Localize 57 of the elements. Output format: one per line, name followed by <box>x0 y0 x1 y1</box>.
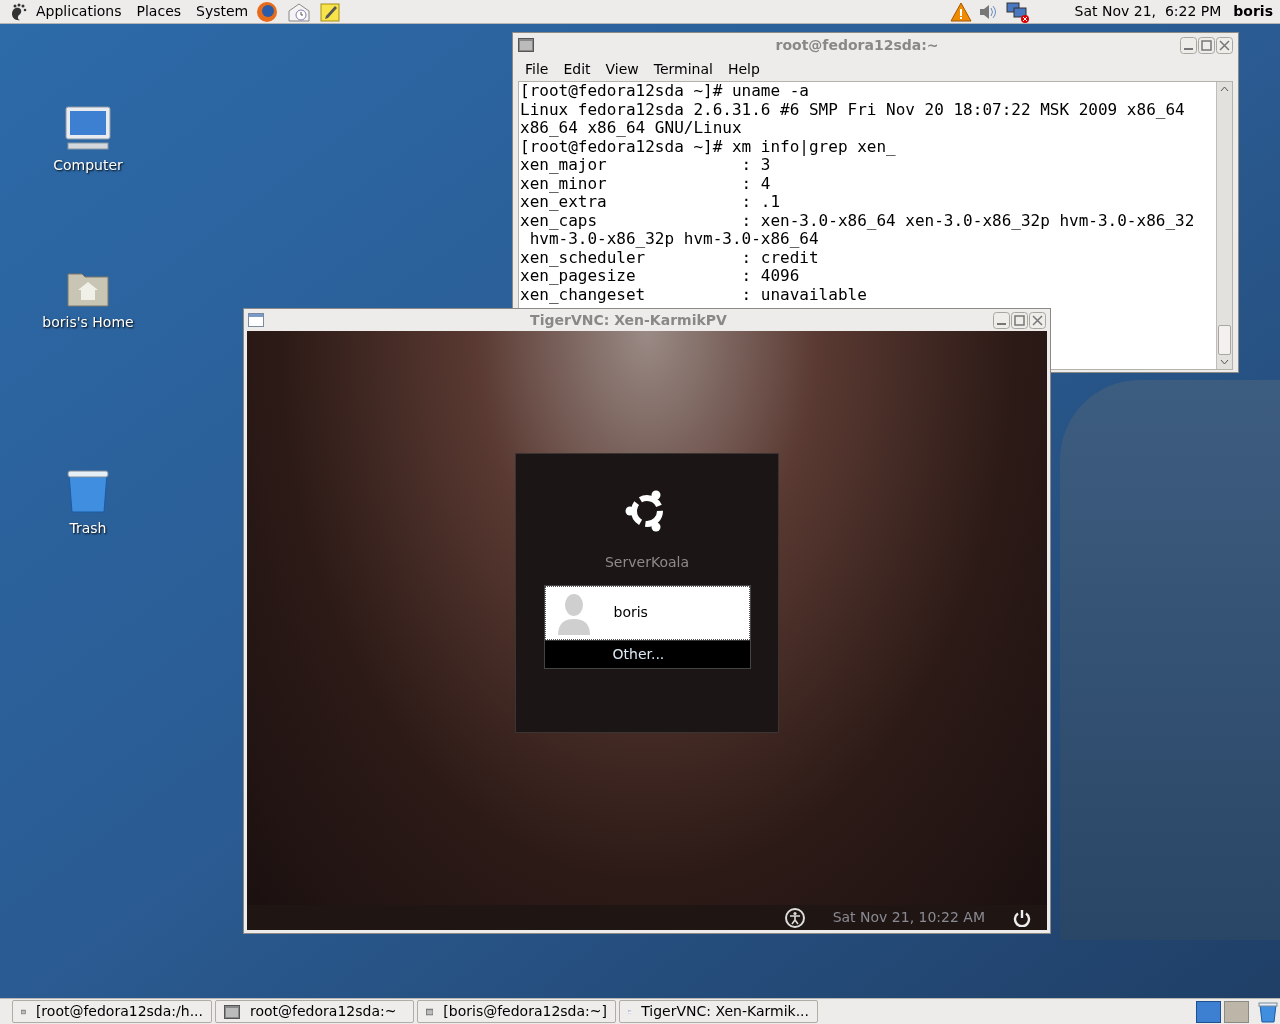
terminal-line: xen_major : 3 <box>520 156 771 175</box>
window-icon <box>248 313 264 327</box>
warning-icon[interactable] <box>949 1 972 22</box>
terminal-line: xen_minor : 4 <box>520 174 772 193</box>
window-title: TigerVNC: Xen-KarmikPV <box>529 310 728 330</box>
terminal-line: xen_pagesize : 4096 <box>520 267 801 286</box>
trash-icon[interactable] <box>66 468 110 514</box>
login-clock[interactable]: Sat Nov 21, 10:22 AM <box>832 907 985 928</box>
workspace-switcher-item[interactable] <box>1196 1000 1221 1023</box>
panel-menu[interactable]: Applications <box>36 1 122 22</box>
accessibility-icon[interactable] <box>784 907 805 928</box>
terminal-line: xen_changeset : unavailable <box>520 285 868 304</box>
user-list-item[interactable]: boris <box>544 585 750 640</box>
trash-icon[interactable] <box>1258 1000 1278 1023</box>
menu-item[interactable]: File <box>525 58 549 80</box>
workspace-switcher-item[interactable] <box>1224 1000 1249 1023</box>
terminal-line: [root@fedora12sda ~]# uname -a <box>520 82 810 101</box>
terminal-icon <box>518 38 534 52</box>
terminal-line: x86_64 x86_64 GNU/Linux <box>520 119 743 138</box>
speaker-icon[interactable] <box>977 2 998 21</box>
host-name: ServerKoala <box>605 552 689 572</box>
taskbar-button[interactable]: TigerVNC: Xen-Karmik... <box>619 1000 818 1023</box>
taskbar-button[interactable]: [root@fedora12sda:/h... <box>12 1000 212 1023</box>
menu-item[interactable]: Help <box>727 58 760 80</box>
desktop-icon-label[interactable]: Trash <box>69 518 107 539</box>
menu-item[interactable]: View <box>605 58 639 80</box>
menu-item[interactable]: Edit <box>563 58 591 80</box>
terminal-line: xen_scheduler : credit <box>520 248 820 267</box>
desktop-icon-label[interactable]: Computer <box>53 155 123 176</box>
window-title: root@fedora12sda:~ <box>774 35 940 55</box>
user-name[interactable]: boris <box>1233 1 1273 22</box>
desktop-icon-label[interactable]: boris's Home <box>42 312 134 333</box>
minimize-icon[interactable] <box>1180 36 1197 54</box>
menu-item[interactable]: Terminal <box>653 58 713 80</box>
terminal-icon <box>224 1004 240 1019</box>
terminal-line: [root@fedora12sda ~]# xm info|grep xen_ <box>520 137 897 156</box>
panel-menu[interactable]: Places <box>136 1 182 22</box>
scrollbar-thumb[interactable] <box>1218 325 1231 355</box>
computer-icon[interactable] <box>64 105 112 151</box>
terminal-line: xen_caps : xen-3.0-x86_64 xen-3.0-x86_32p hvm-3.0-x86_32 <box>520 211 1196 230</box>
panel-menu[interactable]: System <box>196 1 249 22</box>
minimize-icon[interactable] <box>993 311 1010 329</box>
power-icon[interactable] <box>1013 908 1031 927</box>
scrollbar[interactable] <box>1216 82 1232 369</box>
maximize-icon[interactable] <box>1011 311 1028 329</box>
taskbar-button[interactable]: root@fedora12sda:~ <box>215 1000 414 1023</box>
close-icon[interactable] <box>1216 36 1233 54</box>
maximize-icon[interactable] <box>1198 36 1215 54</box>
network-disconnected-icon[interactable] <box>1005 0 1030 23</box>
globe-browser-icon[interactable] <box>255 0 280 24</box>
terminal-line: Linux fedora12sda 2.6.31.6 #6 SMP Fri Nov 20 18:07:22 MSK 2009 x86_64 <box>520 100 1186 119</box>
terminal-line: xen_extra : .1 <box>520 193 782 212</box>
terminal-line: hvm-3.0-x86_32p hvm-3.0-x86_64 <box>529 230 819 249</box>
taskbar-button[interactable]: [boris@fedora12sda:~] <box>417 1000 616 1023</box>
panel-clock[interactable]: Sat Nov 21, 6:22 PM <box>1074 1 1222 22</box>
close-icon[interactable] <box>1029 311 1046 329</box>
notepad-pencil-icon[interactable] <box>319 0 342 23</box>
